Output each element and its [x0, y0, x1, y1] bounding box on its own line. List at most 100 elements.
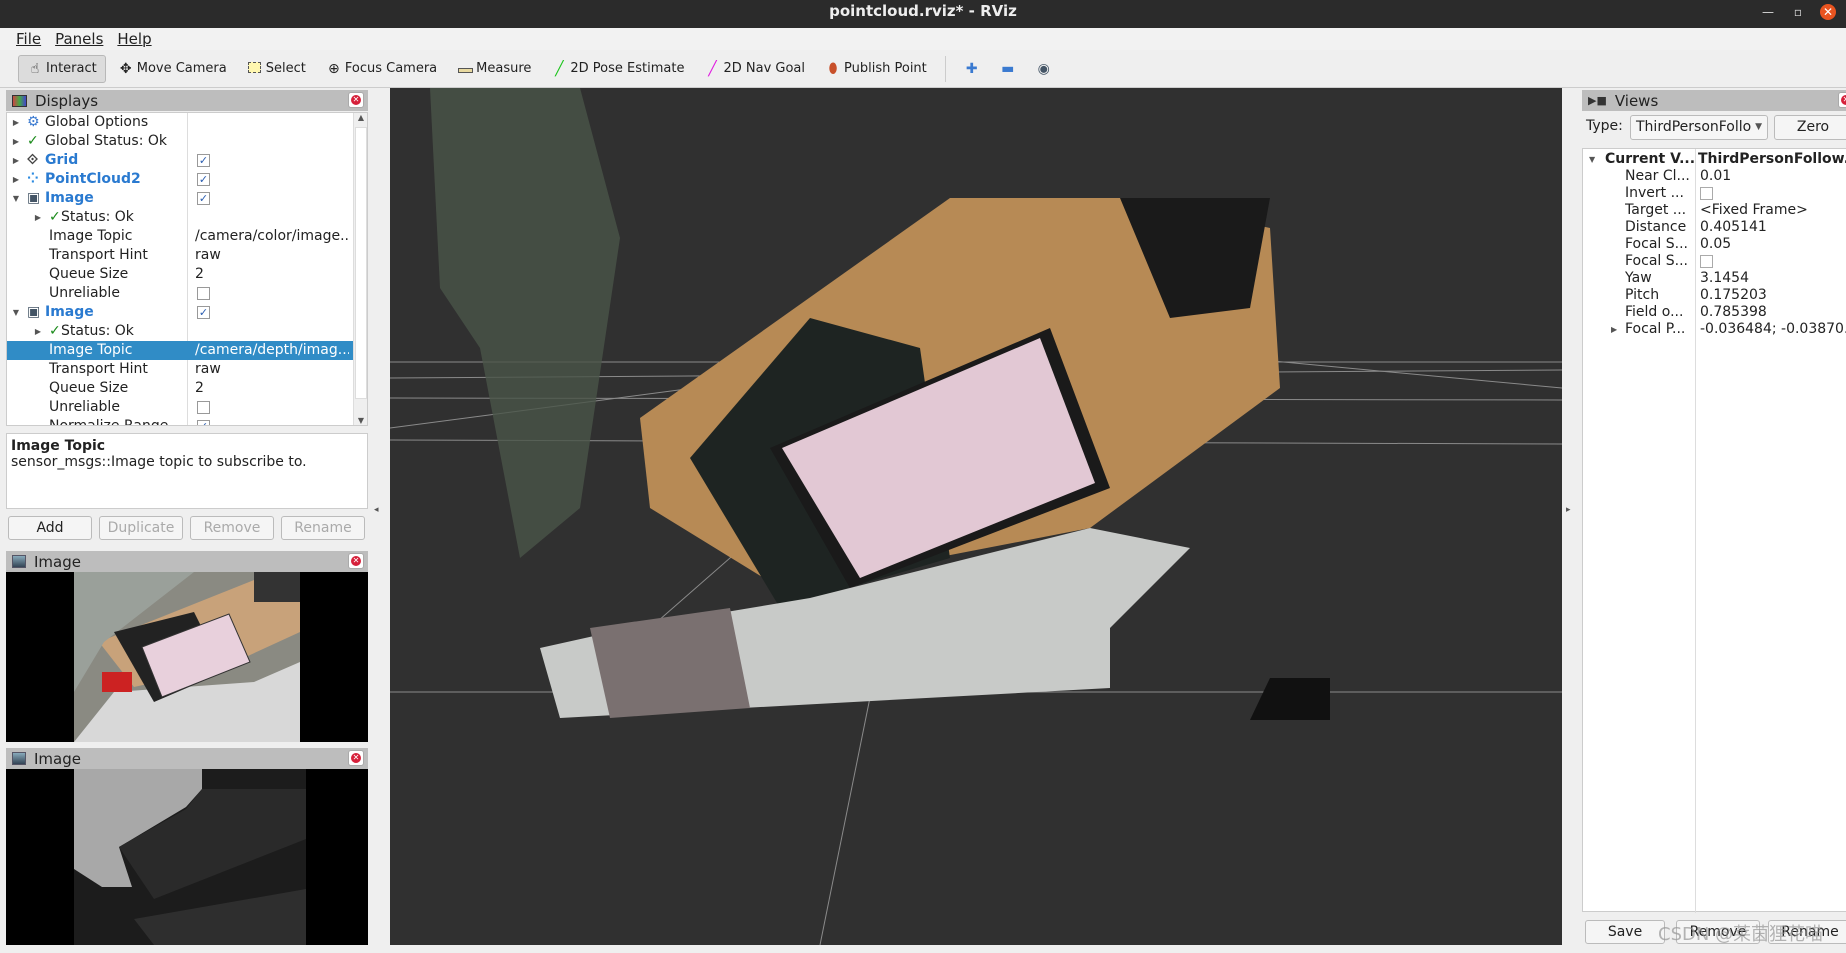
view-property-row[interactable]: Pitch 0.175203: [1583, 287, 1846, 304]
display-row-value[interactable]: /camera/color/image...: [195, 227, 349, 246]
2d-nav-goal-tool[interactable]: ╱ 2D Nav Goal: [696, 55, 813, 83]
add-display-button[interactable]: Add: [8, 516, 92, 540]
display-row[interactable]: ▶ ⁘ PointCloud2 ✓: [7, 170, 353, 189]
view-property-row[interactable]: Invert ...: [1583, 185, 1846, 202]
zero-button[interactable]: Zero: [1774, 115, 1846, 140]
display-row[interactable]: ▶ ⚙ Global Options: [7, 113, 353, 132]
collapse-left-arrow[interactable]: ◂: [374, 505, 384, 515]
display-row-value[interactable]: raw: [195, 360, 349, 379]
display-checkbox[interactable]: ✓: [197, 306, 210, 319]
close-window-button[interactable]: ✕: [1820, 4, 1836, 20]
view-property-row[interactable]: Focal S... 0.05: [1583, 236, 1846, 253]
scrollbar-thumb[interactable]: [355, 127, 367, 399]
display-row[interactable]: ▶ ✓ Global Status: Ok: [7, 132, 353, 151]
expand-arrow-icon[interactable]: ▶: [1611, 321, 1617, 338]
display-checkbox[interactable]: ✓: [197, 420, 210, 425]
expand-arrow-icon[interactable]: ▶: [11, 132, 21, 151]
view-options-button[interactable]: ◉: [1028, 55, 1060, 83]
close-image-panel-button[interactable]: ✕: [348, 553, 364, 569]
display-row[interactable]: Transport Hint raw: [7, 360, 353, 379]
display-checkbox[interactable]: ✓: [197, 192, 210, 205]
save-view-button[interactable]: Save: [1585, 920, 1665, 944]
display-row-label: Image Topic: [49, 228, 133, 244]
display-row[interactable]: Unreliable: [7, 284, 353, 303]
view-property-value[interactable]: 0.05: [1700, 236, 1731, 253]
collapse-arrow-icon[interactable]: ▼: [11, 189, 21, 208]
remove-tool-button[interactable]: ▬: [992, 55, 1024, 83]
toolbar: ☝ Interact ✥ Move Camera Select ⊕ Focus Cam…: [0, 50, 1846, 88]
remove-display-button[interactable]: Remove: [190, 516, 274, 540]
interact-tool[interactable]: ☝ Interact: [18, 54, 106, 83]
menu-panels[interactable]: Panels: [55, 28, 103, 50]
collapse-arrow-icon[interactable]: ▼: [11, 303, 21, 322]
display-checkbox[interactable]: [197, 287, 210, 300]
display-checkbox[interactable]: ✓: [197, 173, 210, 186]
duplicate-display-button[interactable]: Duplicate: [99, 516, 183, 540]
display-row[interactable]: Image Topic/camera/color/image...: [7, 227, 353, 246]
display-row[interactable]: Queue Size 2: [7, 379, 353, 398]
display-checkbox[interactable]: ✓: [197, 154, 210, 167]
display-row-value[interactable]: /camera/depth/imag...: [195, 341, 349, 360]
display-row[interactable]: ▶ ✓ Status: Ok: [7, 208, 353, 227]
display-row[interactable]: ▶ ⟐ Grid ✓: [7, 151, 353, 170]
view-property-row[interactable]: Focal S...: [1583, 253, 1846, 270]
display-row-label: Status: Ok: [61, 209, 134, 225]
display-row-value[interactable]: 2: [195, 265, 349, 284]
display-row-value[interactable]: raw: [195, 246, 349, 265]
display-checkbox[interactable]: [197, 401, 210, 414]
displays-title: Displays: [35, 91, 99, 110]
expand-arrow-icon[interactable]: ▶: [11, 113, 21, 132]
view-property-value[interactable]: -0.036484; -0.03870...: [1700, 321, 1846, 338]
display-row[interactable]: Image Topic/camera/depth/imag...: [7, 341, 353, 360]
display-row[interactable]: Transport Hint raw: [7, 246, 353, 265]
view-property-row[interactable]: Yaw 3.1454: [1583, 270, 1846, 287]
expand-arrow-icon[interactable]: ▶: [33, 322, 43, 341]
move-camera-tool[interactable]: ✥ Move Camera: [110, 55, 235, 83]
close-displays-button[interactable]: ✕: [348, 92, 364, 108]
view-property-row[interactable]: Target ... <Fixed Frame>: [1583, 202, 1846, 219]
view-property-value[interactable]: 0.01: [1700, 168, 1731, 185]
view-property-value[interactable]: 0.785398: [1700, 304, 1767, 321]
expand-arrow-icon[interactable]: ▶: [33, 208, 43, 227]
cables-points: [590, 608, 750, 718]
view-property-row[interactable]: Distance 0.405141: [1583, 219, 1846, 236]
displays-panel: Displays ✕ ▶ ⚙ Global Options ▶ ✓ Global Stat…: [6, 90, 368, 545]
measure-tool[interactable]: Measure: [449, 55, 539, 83]
add-tool-button[interactable]: ✚: [956, 55, 988, 83]
display-row[interactable]: Queue Size 2: [7, 265, 353, 284]
view-property-row[interactable]: Near Cl... 0.01: [1583, 168, 1846, 185]
2d-pose-estimate-tool[interactable]: ╱ 2D Pose Estimate: [543, 55, 692, 83]
current-view-row[interactable]: ▼ Current V... ThirdPersonFollow...: [1583, 151, 1846, 168]
expand-arrow-icon[interactable]: ▶: [11, 151, 21, 170]
type-label: Type:: [1586, 118, 1623, 134]
display-row[interactable]: ▶ ✓ Status: Ok: [7, 322, 353, 341]
displays-scrollbar[interactable]: ▲ ▼: [353, 113, 367, 425]
display-row[interactable]: ▼ ▣ Image ✓: [7, 189, 353, 208]
3d-render-view[interactable]: [390, 88, 1562, 945]
display-row-value[interactable]: 2: [195, 379, 349, 398]
view-property-value[interactable]: 0.405141: [1700, 219, 1767, 236]
view-property-value[interactable]: 3.1454: [1700, 270, 1749, 287]
view-property-value[interactable]: <Fixed Frame>: [1700, 202, 1808, 219]
focus-camera-tool[interactable]: ⊕ Focus Camera: [318, 55, 445, 83]
maximize-button[interactable]: ▫: [1790, 4, 1806, 20]
view-property-row[interactable]: ▶ Focal P... -0.036484; -0.03870...: [1583, 321, 1846, 338]
menu-file[interactable]: File: [16, 28, 41, 50]
view-property-value[interactable]: 0.175203: [1700, 287, 1767, 304]
publish-point-tool[interactable]: ⬮ Publish Point: [817, 55, 935, 83]
expand-arrow-icon[interactable]: ▶: [11, 170, 21, 189]
collapse-right-arrow[interactable]: ▸: [1566, 505, 1576, 515]
close-image-panel-button[interactable]: ✕: [348, 750, 364, 766]
display-row[interactable]: Unreliable: [7, 398, 353, 417]
view-property-row[interactable]: Field o... 0.785398: [1583, 304, 1846, 321]
depth-image-view: [6, 769, 368, 945]
display-row[interactable]: Normalize Range ✓: [7, 417, 353, 426]
menu-help[interactable]: Help: [117, 28, 151, 50]
close-views-button[interactable]: ✕: [1838, 92, 1846, 108]
rename-display-button[interactable]: Rename: [281, 516, 365, 540]
view-type-dropdown[interactable]: ThirdPersonFollo ▼: [1630, 115, 1768, 140]
select-tool[interactable]: Select: [239, 55, 314, 83]
minimize-button[interactable]: —: [1760, 4, 1776, 20]
display-row[interactable]: ▼ ▣ Image ✓: [7, 303, 353, 322]
display-row-label: Normalize Range: [49, 418, 169, 426]
